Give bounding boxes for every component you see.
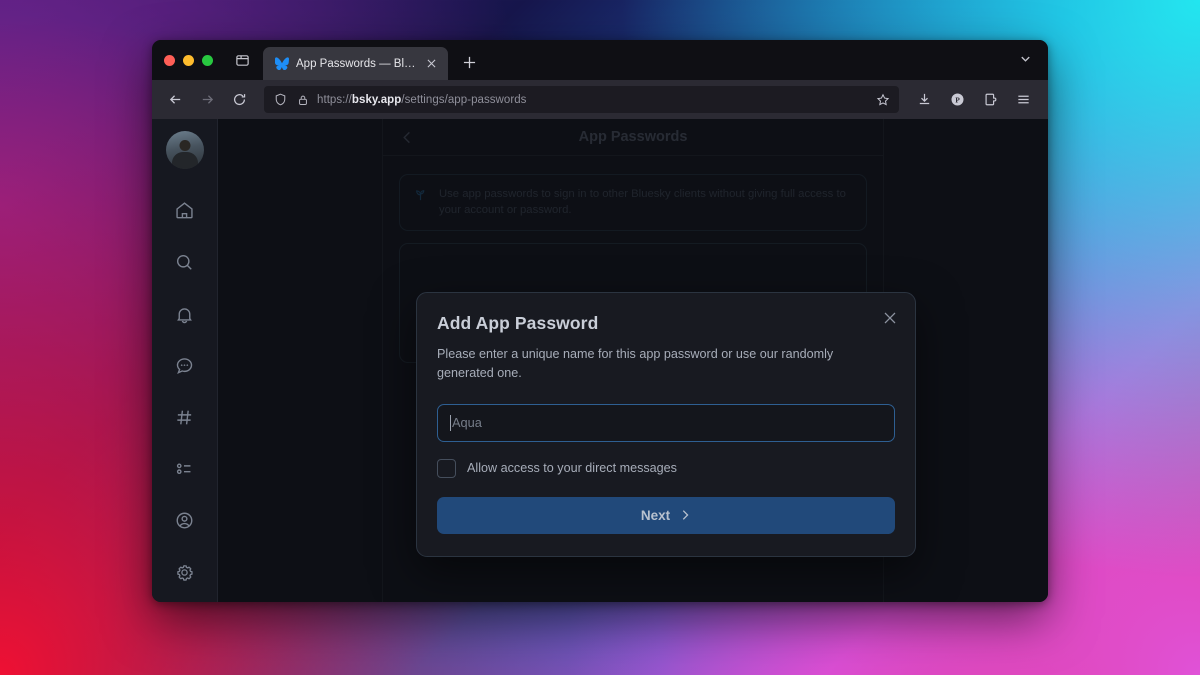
close-window-button[interactable] — [164, 54, 175, 66]
search-icon — [174, 252, 195, 273]
home-icon — [174, 200, 195, 221]
sidebar-item-feeds[interactable] — [162, 396, 208, 440]
minimize-window-button[interactable] — [183, 54, 194, 66]
sidebar-item-home[interactable] — [162, 189, 208, 233]
chat-bubble-icon — [174, 355, 195, 376]
dm-access-label: Allow access to your direct messages — [467, 461, 677, 476]
window-traffic-lights — [164, 40, 227, 80]
dialog-title: Add App Password — [437, 313, 599, 333]
extensions-icon[interactable] — [975, 85, 1005, 115]
browser-window: App Passwords — Bluesky — [152, 40, 1048, 602]
next-button[interactable]: Next — [437, 496, 895, 534]
sidebar-item-lists[interactable] — [162, 447, 208, 491]
close-icon[interactable] — [879, 307, 901, 329]
sidebar-item-settings[interactable] — [162, 550, 208, 594]
bell-icon — [174, 304, 195, 325]
url-bar[interactable]: https://bsky.app/settings/app-passwords — [264, 86, 899, 113]
sidebar-item-chat[interactable] — [162, 344, 208, 388]
forward-button[interactable] — [192, 85, 222, 115]
app-password-name-input[interactable]: Aqua — [437, 403, 895, 442]
tab-strip: App Passwords — Bluesky — [152, 40, 1048, 80]
gear-icon — [174, 562, 195, 583]
dm-access-checkbox[interactable] — [437, 458, 456, 478]
bluesky-butterfly-icon — [274, 56, 289, 71]
back-button[interactable] — [160, 85, 190, 115]
next-button-label: Next — [640, 507, 671, 523]
toolbar-icons: P — [909, 85, 1038, 115]
tab-title: App Passwords — Bluesky — [296, 57, 416, 70]
shield-icon[interactable] — [273, 92, 288, 107]
browser-tab[interactable]: App Passwords — Bluesky — [263, 47, 448, 80]
sidebar-item-notifications[interactable] — [162, 292, 208, 336]
new-tab-button[interactable] — [455, 48, 483, 76]
url-text[interactable]: https://bsky.app/settings/app-passwords — [317, 94, 866, 106]
svg-text:P: P — [955, 96, 960, 105]
person-circle-icon — [174, 510, 195, 531]
chevron-down-icon[interactable] — [1010, 46, 1040, 72]
sidebar-item-profile[interactable] — [162, 499, 208, 543]
avatar[interactable] — [165, 131, 204, 169]
app-menu-icon[interactable] — [1008, 85, 1038, 115]
dm-access-checkbox-row[interactable]: Allow access to your direct messages — [437, 458, 895, 478]
dialog-description: Please enter a unique name for this app … — [437, 347, 834, 380]
navigation-toolbar: https://bsky.app/settings/app-passwords … — [152, 80, 1048, 119]
tab-close-icon[interactable] — [423, 55, 440, 72]
text-caret — [450, 414, 451, 431]
lock-icon[interactable] — [295, 92, 310, 107]
maximize-window-button[interactable] — [202, 54, 213, 66]
app-sidebar — [152, 119, 218, 602]
sidebar-panel-icon[interactable] — [227, 47, 257, 73]
content-area: App Passwords Use app passwords to sign … — [218, 119, 1048, 602]
star-icon[interactable] — [873, 90, 893, 110]
tab-strip-right — [1010, 40, 1040, 80]
download-icon[interactable] — [909, 85, 939, 115]
reload-button[interactable] — [224, 85, 254, 115]
page-viewport: App Passwords Use app passwords to sign … — [152, 119, 1048, 602]
sidebar-item-search[interactable] — [162, 241, 208, 285]
add-app-password-dialog: Add App Password Please enter a unique n… — [416, 292, 916, 557]
pocket-icon[interactable]: P — [942, 85, 972, 115]
chevron-right-icon — [679, 509, 691, 521]
hashtag-icon — [174, 407, 195, 428]
list-icon — [174, 458, 195, 479]
input-placeholder: Aqua — [452, 415, 482, 431]
